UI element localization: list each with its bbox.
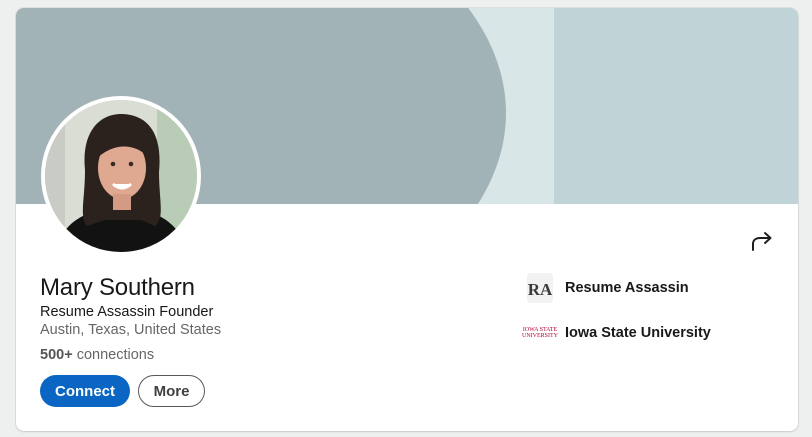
profile-avatar[interactable] xyxy=(41,96,201,256)
more-button[interactable]: More xyxy=(138,375,205,407)
org-education[interactable]: IOWA STATE UNIVERSITY Iowa State Univers… xyxy=(522,316,711,350)
profile-location: Austin, Texas, United States xyxy=(40,322,222,338)
org-name-iowa-state: Iowa State University xyxy=(565,325,711,341)
org-current-company[interactable]: RA Resume Assassin xyxy=(522,271,689,305)
connect-button[interactable]: Connect xyxy=(40,375,130,407)
avatar-photo xyxy=(45,100,197,252)
resume-assassin-logo-text: RA xyxy=(528,280,553,299)
profile-headline: Resume Assassin Founder xyxy=(40,304,214,320)
org-name-resume-assassin: Resume Assassin xyxy=(565,280,689,296)
isu-logo-line2: UNIVERSITY xyxy=(522,333,558,339)
profile-name: Mary Southern xyxy=(40,274,195,301)
connections-label: connections xyxy=(76,347,155,363)
share-arrow-icon[interactable] xyxy=(748,230,776,254)
resume-assassin-logo: RA xyxy=(522,271,558,305)
connections-count[interactable]: 500+ connections xyxy=(40,345,154,365)
connections-number: 500+ xyxy=(40,347,73,363)
iowa-state-logo: IOWA STATE UNIVERSITY xyxy=(522,316,558,350)
profile-card: Mary Southern Resume Assassin Founder Au… xyxy=(16,8,798,431)
